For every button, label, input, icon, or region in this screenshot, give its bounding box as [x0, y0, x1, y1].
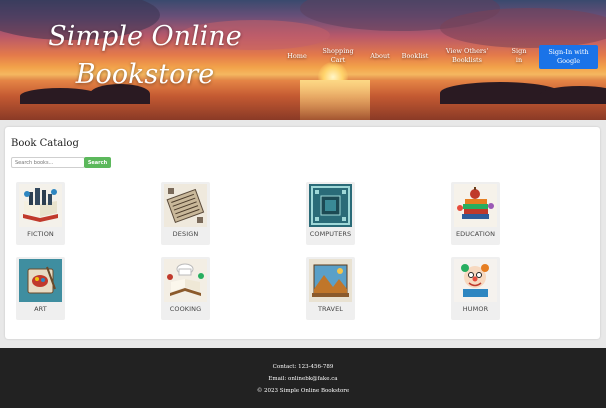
nav-about[interactable]: About [368, 52, 392, 60]
art-book-icon [19, 259, 62, 302]
humor-book-icon [454, 259, 497, 302]
travel-book-icon [309, 259, 352, 302]
catalog-title: Book Catalog [11, 138, 79, 149]
category-tile-humor[interactable]: HUMOR [451, 257, 500, 320]
footer-email[interactable]: Email: onlinebk@fake.ca [0, 376, 606, 382]
category-tile-design[interactable]: DESIGN [161, 182, 210, 245]
fiction-book-icon [19, 184, 62, 227]
category-tile-travel[interactable]: TRAVEL [306, 257, 355, 320]
design-book-icon [164, 184, 207, 227]
category-tile-education[interactable]: EDUCATION [451, 182, 500, 245]
header-banner: Simple Online Bookstore Home Shopping Ca… [0, 0, 606, 120]
catalog-panel: Book Catalog Search FICTION [5, 127, 600, 339]
footer: Contact: 123-456-789 Email: onlinebk@fak… [0, 348, 606, 408]
cooking-book-icon [164, 259, 207, 302]
category-label: EDUCATION [455, 230, 496, 238]
nav-booklist[interactable]: Booklist [400, 52, 430, 60]
category-label: HUMOR [462, 305, 489, 313]
brand-line-1: Simple Online [48, 21, 242, 52]
category-label: DESIGN [172, 230, 199, 238]
footer-copyright: © 2023 Simple Online Bookstore [256, 388, 350, 394]
category-label: ART [34, 305, 47, 313]
site-logo-title[interactable]: Simple Online Bookstore [40, 18, 250, 94]
brand-line-2: Bookstore [75, 59, 215, 90]
category-tile-computers[interactable]: COMPUTERS [306, 182, 355, 245]
category-tile-cooking[interactable]: COOKING [161, 257, 210, 320]
google-signin-button[interactable]: Sign-In with Google [539, 45, 598, 69]
nav-view-others-booklists[interactable]: View Others' Booklists [444, 47, 490, 65]
search-input[interactable] [11, 157, 85, 168]
computers-book-icon [309, 184, 352, 227]
category-label: COMPUTERS [309, 230, 352, 238]
category-label: FICTION [27, 230, 54, 238]
category-label: TRAVEL [317, 305, 344, 313]
footer-contact: Contact: 123-456-789 [272, 364, 334, 370]
category-tile-fiction[interactable]: FICTION [16, 182, 65, 245]
nav-sign-in[interactable]: Sign in [510, 47, 528, 65]
category-tile-art[interactable]: ART [16, 257, 65, 320]
category-label: COOKING [169, 305, 202, 313]
nav-home[interactable]: Home [286, 52, 308, 60]
education-book-icon [454, 184, 497, 227]
search-button[interactable]: Search [84, 157, 111, 168]
nav-shopping-cart[interactable]: Shopping Cart [322, 47, 354, 65]
